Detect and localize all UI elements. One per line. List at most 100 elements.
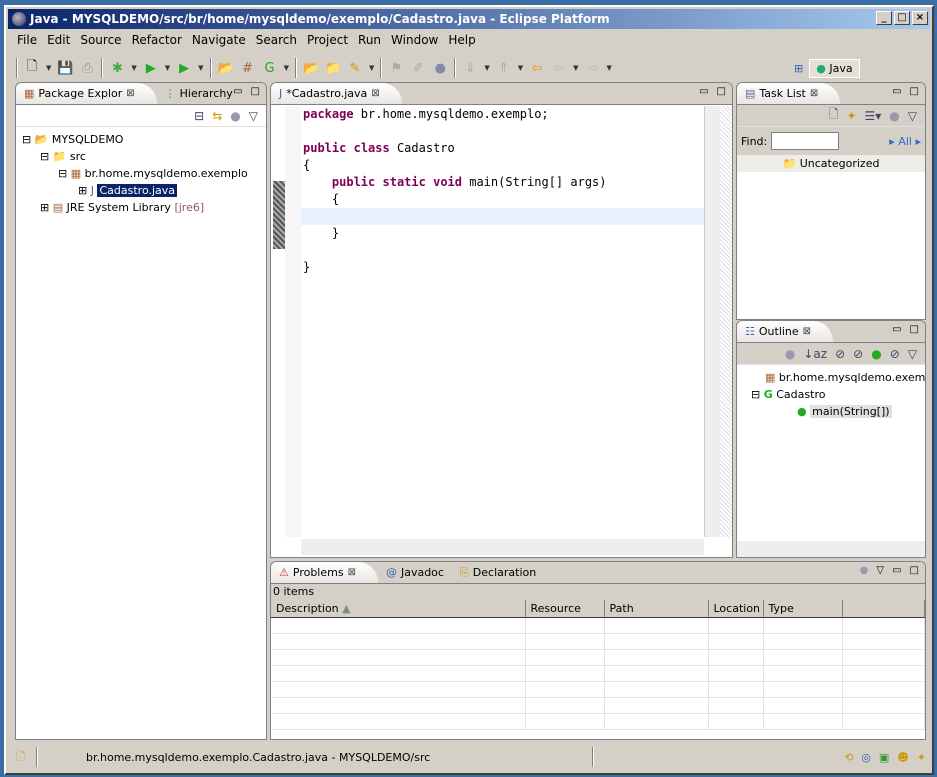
view-menu-icon[interactable]: ▽ <box>876 565 884 576</box>
hide-nonpublic-icon[interactable]: ● <box>871 347 881 361</box>
run-dropdown-icon[interactable]: ▼ <box>165 64 170 72</box>
new-package-icon[interactable]: # <box>240 61 256 76</box>
focus-icon[interactable]: ● <box>230 109 240 123</box>
tab-task-list[interactable]: ▤ Task List ⊠ <box>737 83 841 105</box>
tab-javadoc[interactable]: @ Javadoc <box>378 562 452 583</box>
vertical-scrollbar[interactable] <box>704 106 720 537</box>
all-filter-link[interactable]: ▸ All ▸ <box>889 135 921 148</box>
previous-annotation-icon[interactable]: ⇑ <box>496 61 512 76</box>
close-button[interactable]: × <box>912 11 928 25</box>
menu-source[interactable]: Source <box>75 31 126 49</box>
annotation-icon[interactable]: ✐ <box>410 61 426 76</box>
maximize-view-icon[interactable]: □ <box>910 565 919 576</box>
minimize-view-icon[interactable]: ▭ <box>233 86 242 97</box>
menu-file[interactable]: File <box>12 31 42 49</box>
view-menu-icon[interactable]: ▽ <box>249 109 258 123</box>
search-dropdown-icon[interactable]: ▼ <box>369 64 374 72</box>
debug-icon[interactable]: ✱ <box>109 61 125 76</box>
tree-item-package[interactable]: ⊟ ▦ br.home.mysqldemo.exemplo <box>22 165 260 182</box>
minimize-view-icon[interactable]: ▭ <box>892 324 901 335</box>
tree-item-project[interactable]: ⊟ 📂 MYSQLDEMO <box>22 131 260 148</box>
tab-hierarchy[interactable]: ⋮ Hierarchy <box>157 83 241 104</box>
save-icon[interactable]: 💾 <box>57 61 73 76</box>
new-java-project-icon[interactable]: 📂 <box>218 61 234 76</box>
categorize-icon[interactable]: ✦ <box>846 109 856 123</box>
new-icon[interactable]: 🗋 <box>24 57 40 79</box>
sort-icon[interactable]: ↓az <box>803 347 827 361</box>
tree-item-src[interactable]: ⊟ 📁 src <box>22 148 260 165</box>
tree-item-file[interactable]: ⊞ J Cadastro.java <box>22 182 260 199</box>
progress-icon[interactable]: ⟲ <box>844 751 853 764</box>
close-tab-icon[interactable]: ⊠ <box>810 83 818 105</box>
tab-package-explorer[interactable]: ▦ Package Explor ⊠ <box>16 83 157 104</box>
minimize-view-icon[interactable]: ▭ <box>699 86 708 97</box>
tab-outline[interactable]: ☷ Outline ⊠ <box>737 321 834 343</box>
horizontal-scrollbar[interactable] <box>737 541 925 557</box>
new-dropdown-icon[interactable]: ▼ <box>46 64 51 72</box>
close-tab-icon[interactable]: ⊠ <box>371 83 379 105</box>
java-perspective-button[interactable]: ● Java <box>809 58 860 78</box>
open-perspective-icon[interactable]: ⊞ <box>794 62 803 75</box>
back-dropdown-icon[interactable]: ▼ <box>573 64 578 72</box>
external-tools-dropdown-icon[interactable]: ▼ <box>198 64 203 72</box>
code-editor[interactable]: package br.home.mysqldemo.exemplo; public… <box>301 106 704 537</box>
focus-icon[interactable]: ● <box>889 109 899 123</box>
next-annotation-dropdown-icon[interactable]: ▼ <box>484 64 489 72</box>
menu-run[interactable]: Run <box>353 31 386 49</box>
menu-search[interactable]: Search <box>251 31 302 49</box>
new-class-dropdown-icon[interactable]: ▼ <box>284 64 289 72</box>
hide-static-icon[interactable]: ⊘ <box>853 347 863 361</box>
debug-dropdown-icon[interactable]: ▼ <box>131 64 136 72</box>
hide-fields-icon[interactable]: ⊘ <box>835 347 845 361</box>
open-type-icon[interactable]: 📂 <box>303 61 319 76</box>
last-edit-icon[interactable]: ⇦ <box>529 61 545 76</box>
maximize-view-icon[interactable]: □ <box>910 324 919 335</box>
close-tab-icon[interactable]: ⊠ <box>348 562 356 584</box>
column-description[interactable]: Description ▲ <box>271 600 526 618</box>
link-editor-icon[interactable]: ⇆ <box>212 109 222 123</box>
column-path[interactable]: Path <box>604 600 709 618</box>
column-type[interactable]: Type <box>763 600 843 618</box>
focus-icon[interactable]: ● <box>432 61 448 76</box>
next-annotation-icon[interactable]: ⇓ <box>462 61 478 76</box>
sparkle-icon[interactable]: ✦ <box>917 751 926 764</box>
search-status-icon[interactable]: ◎ <box>861 751 871 764</box>
forward-dropdown-icon[interactable]: ▼ <box>607 64 612 72</box>
category-uncategorized[interactable]: 📁 Uncategorized <box>737 155 925 172</box>
external-tools-icon[interactable]: ▶ <box>176 61 192 76</box>
tab-declaration[interactable]: ⎘ Declaration <box>452 562 544 583</box>
run-icon[interactable]: ▶ <box>143 61 159 76</box>
horizontal-scrollbar[interactable] <box>301 539 704 555</box>
menu-help[interactable]: Help <box>443 31 480 49</box>
back-icon[interactable]: ⇦ <box>551 61 567 76</box>
tree-item-jre[interactable]: ⊞ ▤ JRE System Library [jre6] <box>22 199 260 216</box>
tab-cadastro-java[interactable]: J *Cadastro.java ⊠ <box>271 83 402 104</box>
outline-package[interactable]: ▦ br.home.mysqldemo.exemplo <box>743 369 925 386</box>
minimize-view-icon[interactable]: ▭ <box>892 86 901 97</box>
menu-navigate[interactable]: Navigate <box>187 31 251 49</box>
new-task-icon[interactable]: 🗋 <box>829 105 839 126</box>
maximize-button[interactable]: □ <box>894 11 910 25</box>
new-class-icon[interactable]: G <box>262 61 278 76</box>
menu-window[interactable]: Window <box>386 31 443 49</box>
close-tab-icon[interactable]: ⊠ <box>126 83 134 105</box>
maximize-view-icon[interactable]: □ <box>717 86 726 97</box>
fast-view-icon[interactable]: 🗋 <box>16 748 36 767</box>
close-tab-icon[interactable]: ⊠ <box>803 321 811 343</box>
menu-project[interactable]: Project <box>302 31 353 49</box>
hide-local-types-icon[interactable]: ⊘ <box>890 347 900 361</box>
view-menu-icon[interactable]: ▽ <box>908 109 917 123</box>
column-location[interactable]: Location <box>708 600 764 618</box>
search-icon[interactable]: ✎ <box>347 61 363 76</box>
forward-icon[interactable]: ⇨ <box>585 61 601 76</box>
print-icon[interactable]: ⎙ <box>79 61 95 76</box>
column-resource[interactable]: Resource <box>525 600 605 618</box>
filter-icon[interactable]: ☰▾ <box>865 109 882 123</box>
menu-edit[interactable]: Edit <box>42 31 75 49</box>
toggle-mark-icon[interactable]: ⚑ <box>388 61 404 76</box>
outline-class[interactable]: ⊟ G Cadastro <box>743 386 919 403</box>
users-icon[interactable]: ☻ <box>897 751 908 764</box>
collapse-all-icon[interactable]: ⊟ <box>194 109 204 123</box>
tab-problems[interactable]: ⚠ Problems ⊠ <box>271 562 378 583</box>
maximize-view-icon[interactable]: □ <box>910 86 919 97</box>
